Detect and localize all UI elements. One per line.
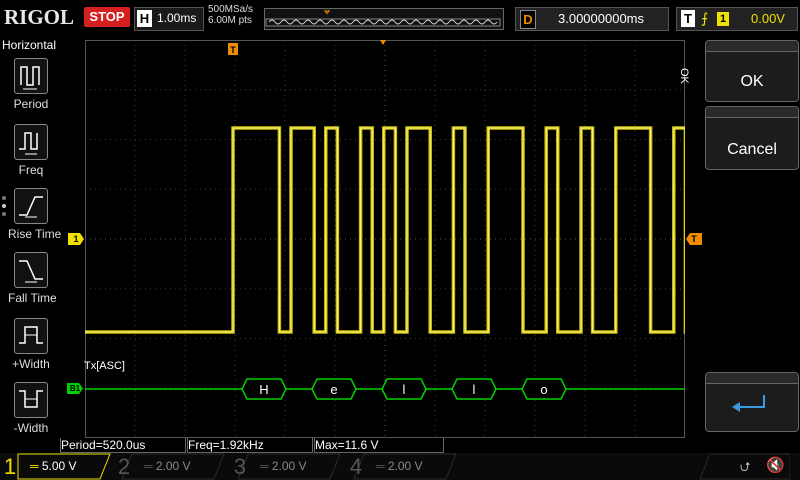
usb-icon: ⮍	[740, 459, 751, 474]
menu-item-rise-time[interactable]: Rise Time	[8, 188, 62, 241]
memory-waveform-preview: T	[265, 10, 501, 27]
ok-button[interactable]: OK	[705, 40, 799, 102]
memory-depth: 6.00M pts	[208, 15, 252, 26]
trigger-source-badge: 1	[717, 12, 729, 26]
bus-marker[interactable]: B1	[67, 383, 83, 394]
channel-number: 2	[117, 454, 131, 479]
brand-logo: RIGOL	[4, 5, 75, 29]
channel-scale: ═ 5.00 V	[30, 459, 77, 473]
measure-max: Max=11.6 V	[314, 438, 444, 453]
menu-item-positive-width[interactable]: +Width	[8, 318, 54, 371]
channel1-offset-marker[interactable]: 1	[68, 233, 84, 245]
delay-display[interactable]: D 3.00000000ms	[515, 7, 669, 31]
channel1-tab[interactable]: 1 ═ 5.00 V	[0, 453, 111, 480]
rise-time-icon	[14, 188, 48, 224]
decode-frame: e	[311, 378, 357, 400]
decode-frame: l	[381, 378, 427, 400]
horizontal-tag: H	[137, 10, 152, 27]
decode-frame: H	[241, 378, 287, 400]
period-icon	[14, 58, 48, 94]
page-indicator-dot	[2, 196, 6, 200]
menu-item-label: Rise Time	[8, 227, 62, 241]
memory-position-bar[interactable]: T	[264, 8, 504, 30]
trigger-level-marker[interactable]: T	[686, 233, 702, 245]
decode-char: H	[259, 382, 268, 397]
decode-bus: He l l o	[85, 377, 685, 401]
softkey-menu: OK Cancel	[703, 40, 800, 440]
decode-frame: l	[451, 378, 497, 400]
menu-item-label: +Width	[12, 357, 50, 371]
run-stop-status[interactable]: STOP	[84, 7, 130, 27]
channel-scale: ═ 2.00 V	[144, 459, 191, 473]
speaker-muted-icon[interactable]: 🔇	[766, 456, 785, 474]
decode-label: Tx[ASC]	[84, 360, 125, 372]
cancel-button[interactable]: Cancel	[705, 106, 799, 170]
channel-scale: ═ 2.00 V	[376, 459, 423, 473]
menu-item-label: Fall Time	[8, 291, 57, 305]
svg-text:T: T	[325, 11, 329, 17]
measure-period: Period=520.0us	[60, 438, 186, 453]
channel3-tab[interactable]: 3 ═ 2.00 V	[230, 453, 341, 480]
trigger-level: 0.00V	[751, 11, 785, 26]
menu-item-period[interactable]: Period	[8, 58, 54, 111]
menu-item-label: -Width	[13, 421, 49, 435]
negative-width-icon	[14, 382, 48, 418]
menu-item-label: Freq	[18, 163, 44, 177]
timebase-value: 1.00ms	[157, 11, 197, 25]
sample-rate: 500MSa/s	[208, 4, 254, 15]
trigger-time-marker: T	[228, 43, 238, 55]
trigger-tag: T	[681, 10, 695, 27]
center-marker	[380, 40, 386, 45]
trigger-display[interactable]: T ⨍ 1 0.00V	[676, 7, 798, 31]
measure-freq: Freq=1.92kHz	[187, 438, 313, 453]
delay-tag: D	[520, 10, 536, 29]
decode-char: e	[330, 382, 337, 397]
page-indicator-dot	[2, 212, 6, 216]
channel1-trace	[85, 126, 685, 334]
menu-item-fall-time[interactable]: Fall Time	[8, 252, 57, 305]
channel-bar: 1 ═ 5.00 V 2 ═ 2.00 V 3 ═ 2.00 V 4 ═ 2.0…	[0, 453, 800, 480]
positive-width-icon	[14, 318, 48, 354]
decode-char: l	[403, 382, 406, 397]
rising-edge-icon: ⨍	[701, 10, 709, 26]
channel1-waveform	[85, 126, 685, 334]
channel-number: 4	[349, 454, 363, 479]
decode-frame: o	[521, 378, 567, 400]
ok-button-label: OK	[740, 73, 764, 90]
channel-number: 3	[233, 454, 247, 479]
channel-number: 1	[3, 454, 17, 479]
menu-item-label: Period	[13, 97, 49, 111]
menu-item-freq[interactable]: Freq	[8, 124, 54, 177]
decode-char: l	[473, 382, 476, 397]
enter-icon	[732, 395, 765, 412]
decode-bus-graphic: He l l o	[85, 378, 685, 400]
channel4-tab[interactable]: 4 ═ 2.00 V	[346, 453, 457, 480]
decode-char: o	[540, 382, 547, 397]
cancel-button-label: Cancel	[727, 141, 777, 158]
menu-item-negative-width[interactable]: -Width	[8, 382, 54, 435]
horizontal-timebase[interactable]: H 1.00ms	[134, 7, 204, 31]
measure-menu: Horizontal Period Freq Rise Time Fall Ti…	[0, 36, 62, 440]
page-indicator-dot	[2, 204, 6, 208]
fall-time-icon	[14, 252, 48, 288]
channel2-tab[interactable]: 2 ═ 2.00 V	[114, 453, 225, 480]
svg-text:T: T	[230, 45, 236, 55]
side-ok-label: OK	[678, 68, 690, 84]
top-status-bar: RIGOL STOP H 1.00ms 500MSa/s 6.00M pts T…	[0, 0, 800, 36]
delay-value: 3.00000000ms	[558, 11, 645, 26]
acquisition-info: 500MSa/s 6.00M pts	[208, 4, 253, 26]
enter-button[interactable]	[705, 372, 799, 432]
frequency-icon	[14, 124, 48, 160]
channel-scale: ═ 2.00 V	[260, 459, 307, 473]
menu-title: Horizontal	[2, 38, 57, 52]
